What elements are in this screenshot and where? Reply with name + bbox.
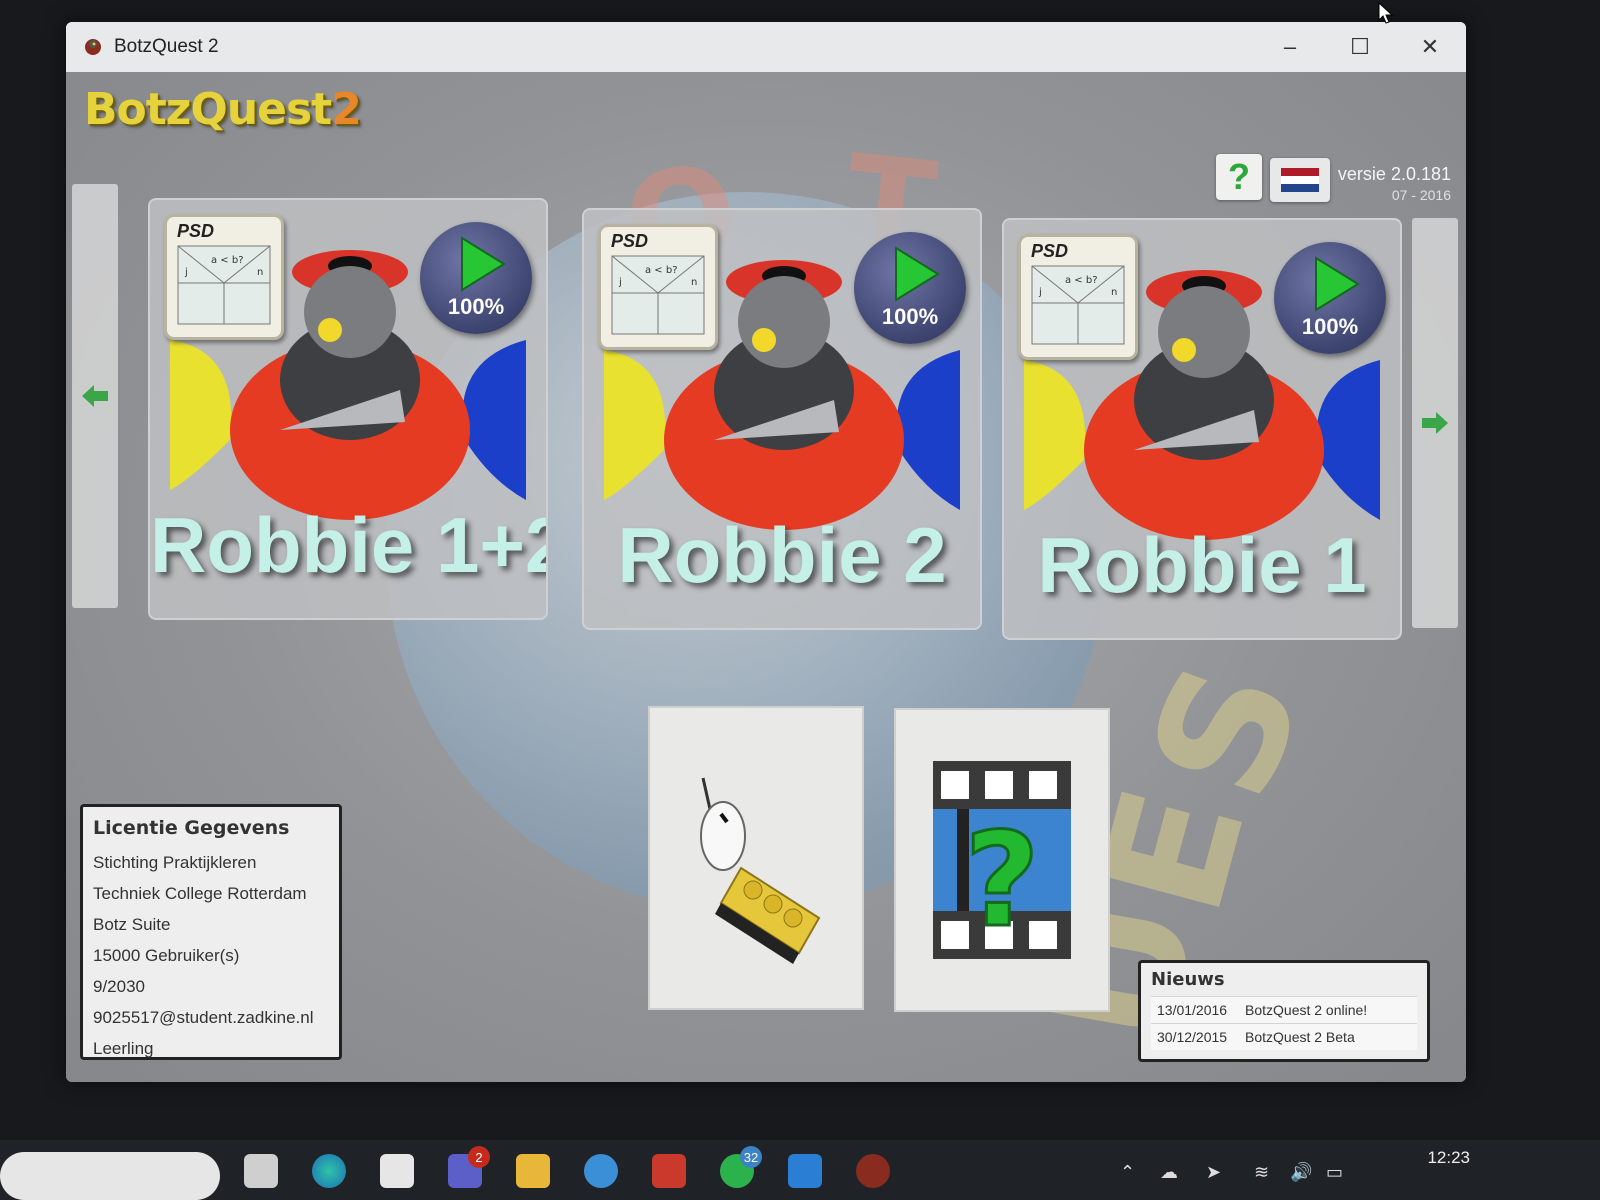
arrow-right-icon [1422,412,1448,434]
language-button[interactable] [1270,158,1330,202]
task-view-icon[interactable] [244,1154,278,1188]
arrow-left-icon [82,385,108,407]
scroll-left-button[interactable] [72,184,118,608]
structogram-icon: a < b? j n [1031,265,1125,345]
play-icon [461,236,506,292]
level-card[interactable]: PSD a < b? j n 100% Robbie 1 [1002,218,1402,640]
close-button[interactable]: ✕ [1400,30,1460,64]
question-icon: ? [1228,156,1250,197]
progress-label: 100% [1301,314,1359,339]
psd-label: PSD [1031,241,1069,261]
film-question-icon: ? [933,761,1071,959]
level-card[interactable]: PSD a < b? j n 100% Robbie 1+2 [148,198,548,620]
battery-icon[interactable]: ▭ [1326,1162,1343,1183]
title-bar[interactable]: BotzQuest 2 – ☐ ✕ [66,22,1466,72]
clock[interactable]: 12:23 [1390,1148,1470,1168]
progress-label: 100% [447,294,505,319]
license-line: Techniek College Rotterdam [93,884,307,903]
psd-badge: PSD a < b? j n [598,224,718,350]
play-button[interactable]: 100% [420,222,532,334]
license-panel: Licentie Gegevens Stichting Praktijklere… [80,804,342,1060]
structogram-icon: a < b? j n [177,245,271,325]
taskbar: 2 32 ⌃ ☁ ➤ ≋ 🔊 ▭ 12:23 [0,1140,1600,1200]
psd-label: PSD [611,231,649,251]
version-info: versie 2.0.181 07 - 2016 [1336,164,1451,203]
news-panel: Nieuws 13/01/2016 BotzQuest 2 online! 30… [1138,960,1430,1062]
dutch-flag-icon [1281,168,1319,192]
news-item[interactable]: 30/12/2015 BotzQuest 2 Beta [1151,1023,1417,1050]
psd-yes: j [184,267,188,278]
news-text: BotzQuest 2 Beta [1245,1029,1355,1045]
minimize-button[interactable]: – [1260,30,1320,64]
teams-icon[interactable]: 2 [448,1146,490,1188]
license-line: Leerling [93,1039,154,1058]
edge-browser-icon[interactable] [312,1154,346,1188]
level-card[interactable]: PSD a < b? j n 100% Robbie 2 [582,208,982,630]
structogram-icon: a < b? j n [611,255,705,335]
whatsapp-icon[interactable]: 32 [720,1146,762,1188]
news-heading: Nieuws [1151,969,1225,990]
editor-tile[interactable] [648,706,864,1010]
window-title: BotzQuest 2 [114,36,219,57]
play-button[interactable]: 100% [854,232,966,344]
brick-key-icon [700,777,821,964]
psd-no: n [691,277,697,288]
psd-condition: a < b? [211,255,244,266]
play-button[interactable]: 100% [1274,242,1386,354]
taskbar-search[interactable] [0,1152,220,1200]
news-date: 13/01/2016 [1157,1002,1228,1018]
license-line: Botz Suite [93,915,171,934]
psd-condition: a < b? [645,265,678,276]
level-name: Robbie 1+2 [150,501,548,589]
chevron-up-icon[interactable]: ⌃ [1120,1162,1135,1183]
license-heading: Licentie Gegevens [93,817,290,839]
psd-badge: PSD a < b? j n [1018,234,1138,360]
help-app-icon[interactable] [584,1154,618,1188]
svg-text:?: ? [964,804,1039,956]
license-line: 15000 Gebruiker(s) [93,946,240,965]
news-date: 30/12/2015 [1157,1029,1228,1045]
vscode-icon[interactable] [788,1154,822,1188]
version-date: 07 - 2016 [1391,187,1451,203]
app-robot-icon [85,39,101,55]
cloud-icon[interactable]: ☁ [1160,1162,1178,1183]
psd-yes: j [618,277,622,288]
help-button[interactable]: ? [1216,154,1262,200]
psd-yes: j [1038,287,1042,298]
license-line: 9/2030 [93,977,145,996]
version-number: versie 2.0.181 [1337,164,1451,184]
level-name: Robbie 1 [1037,521,1367,609]
maximize-button[interactable]: ☐ [1330,30,1390,64]
main-content: S E U T O BotzQuest2 ? versie 2.0.181 07… [66,72,1466,1082]
location-icon[interactable]: ➤ [1206,1162,1221,1183]
license-line: 9025517@student.zadkine.nl [93,1008,314,1027]
gmail-icon[interactable] [652,1154,686,1188]
file-explorer-icon[interactable] [516,1154,550,1188]
news-text: BotzQuest 2 online! [1245,1002,1368,1018]
psd-label: PSD [177,221,215,241]
scroll-right-button[interactable] [1412,218,1458,628]
app-window: BotzQuest 2 – ☐ ✕ S E U T O BotzQuest2 ?… [66,22,1466,1082]
wifi-icon[interactable]: ≋ [1254,1162,1269,1183]
news-item[interactable]: 13/01/2016 BotzQuest 2 online! [1151,996,1417,1023]
license-line: Stichting Praktijkleren [93,853,257,872]
app-logo: BotzQuest2 [84,84,362,135]
mouse-cursor-icon [1378,2,1394,24]
video-help-tile[interactable]: ? [894,708,1110,1012]
play-icon [895,246,940,302]
psd-no: n [257,267,263,278]
store-icon[interactable] [380,1154,414,1188]
progress-label: 100% [881,304,939,329]
psd-badge: PSD a < b? j n [164,214,284,340]
notification-badge: 32 [740,1146,762,1168]
psd-no: n [1111,287,1117,298]
volume-icon[interactable]: 🔊 [1290,1162,1312,1183]
notification-badge: 2 [468,1146,490,1168]
psd-condition: a < b? [1065,275,1098,286]
play-icon [1315,256,1360,312]
level-name: Robbie 2 [617,511,947,599]
botzquest-taskbar-icon[interactable] [856,1154,890,1188]
